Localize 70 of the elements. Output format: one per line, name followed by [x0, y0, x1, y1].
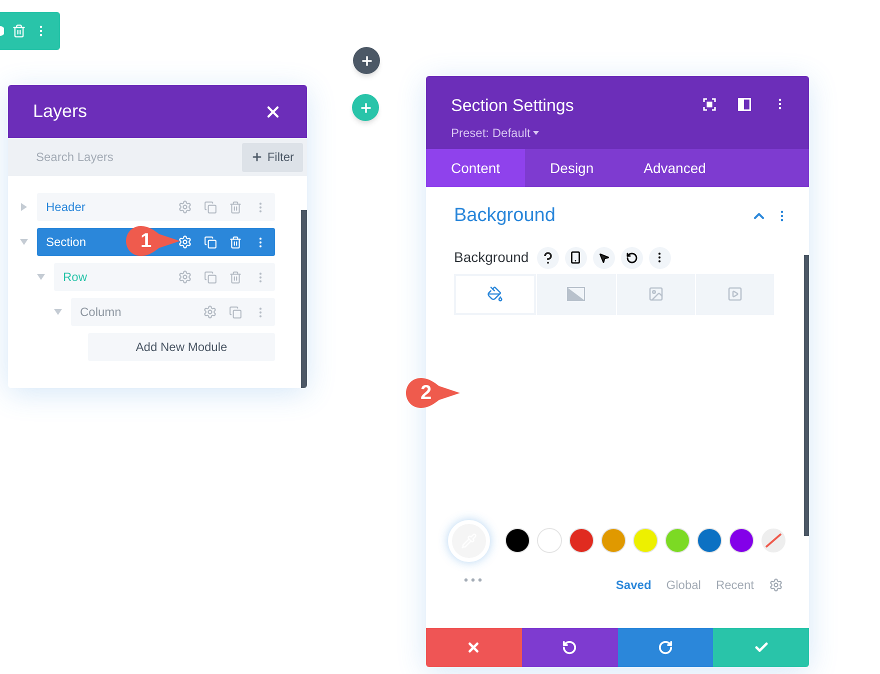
trash-icon[interactable] — [12, 24, 26, 38]
undo-button[interactable] — [522, 628, 618, 667]
color-swatch[interactable] — [537, 528, 562, 553]
color-swatch[interactable] — [697, 528, 722, 553]
duplicate-icon[interactable] — [204, 270, 217, 284]
layer-label: Header — [46, 199, 86, 216]
cursor-icon[interactable] — [592, 246, 615, 268]
step-callout: 2 — [405, 377, 461, 409]
color-swatch[interactable] — [601, 528, 626, 553]
trash-icon[interactable] — [229, 236, 242, 248]
layer-label: Row — [63, 269, 88, 286]
undo-icon — [562, 640, 578, 655]
check-icon — [754, 640, 769, 655]
trash-icon[interactable] — [229, 270, 242, 284]
group-title[interactable]: Background — [454, 202, 556, 230]
help-icon[interactable] — [536, 246, 559, 268]
palette-tab[interactable]: Saved — [616, 576, 652, 594]
redo-icon — [658, 640, 673, 655]
tab[interactable]: Design — [525, 149, 619, 187]
field-label: Background — [454, 248, 529, 267]
color-swatch[interactable] — [665, 528, 690, 553]
close-icon — [466, 640, 482, 655]
caret-icon[interactable] — [533, 130, 540, 134]
panel-title: Section Settings — [451, 95, 574, 117]
split-view-icon[interactable] — [738, 98, 751, 110]
plus-icon — [251, 151, 264, 163]
color-swatch[interactable] — [633, 528, 658, 553]
layer-label: Column — [80, 304, 122, 321]
palette-tab[interactable]: Recent — [716, 576, 754, 594]
more-dots-icon[interactable] — [464, 578, 482, 582]
preset-dropdown[interactable]: Preset: Default — [451, 124, 530, 142]
mobile-icon[interactable] — [564, 246, 587, 268]
duplicate-icon[interactable] — [204, 200, 217, 214]
search-bar[interactable]: Search Layers Filter — [8, 138, 307, 176]
trash-icon[interactable] — [229, 200, 242, 214]
plus-icon — [360, 54, 374, 68]
duplicate-icon[interactable] — [229, 306, 242, 318]
add-module-button[interactable]: Add New Module — [88, 333, 275, 361]
settings-icon[interactable] — [769, 578, 783, 592]
redo-button[interactable] — [618, 628, 714, 667]
video-icon — [726, 286, 743, 302]
reset-icon[interactable] — [620, 246, 643, 268]
tab[interactable]: Advanced — [618, 149, 731, 187]
add-section-button[interactable] — [353, 47, 380, 74]
no-color-swatch[interactable] — [761, 528, 786, 553]
panel-title: Layers — [33, 100, 88, 123]
scrollbar[interactable] — [804, 255, 809, 536]
layer-item[interactable]: Header — [37, 193, 275, 221]
palette-tab[interactable]: Global — [666, 576, 701, 594]
settings-icon[interactable] — [203, 305, 217, 319]
tab[interactable]: Content — [426, 149, 526, 187]
layer-label: Section — [46, 234, 86, 251]
settings-icon[interactable] — [178, 270, 192, 284]
gradient-icon — [567, 287, 586, 301]
step-callout: 1 — [125, 225, 181, 257]
scrollbar[interactable] — [301, 210, 307, 388]
more-icon[interactable] — [648, 246, 671, 268]
color-swatch[interactable] — [729, 528, 754, 553]
layer-item[interactable]: Column — [71, 298, 275, 326]
paint-bucket-icon — [487, 286, 504, 302]
color-swatch[interactable] — [505, 528, 530, 553]
plus-icon — [358, 100, 372, 114]
image-icon — [648, 286, 664, 302]
duplicate-icon[interactable] — [204, 236, 217, 248]
expand-icon[interactable] — [703, 98, 716, 110]
filter-button[interactable]: Filter — [242, 142, 303, 172]
layer-item[interactable]: Row — [54, 263, 275, 291]
settings-icon[interactable] — [178, 200, 192, 214]
add-row-button[interactable] — [352, 94, 379, 121]
color-swatch[interactable] — [569, 528, 594, 553]
